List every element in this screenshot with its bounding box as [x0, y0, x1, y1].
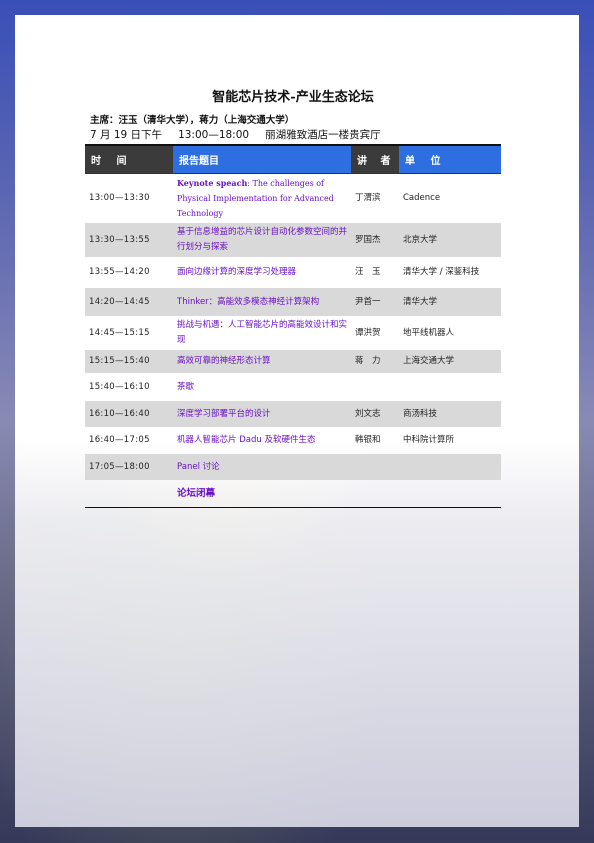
- table-row: 14:20—14:45 Thinker：高能效多模态神经计算架构 尹首一 清华大…: [85, 288, 501, 316]
- header-unit: 单 位: [399, 145, 501, 174]
- table-row: 16:40—17:05 机器人智能芯片 Dadu 及软硬件生态 韩银和 中科院计…: [85, 427, 501, 454]
- row-unit: 商汤科技: [399, 401, 501, 427]
- row-time: 13:55—14:20: [89, 267, 150, 277]
- row-time: [85, 480, 173, 507]
- table-row: 13:30—13:55 基于信息增益的芯片设计自动化参数空间的并行划分与探索 罗…: [85, 223, 501, 257]
- row-time: 13:30—13:55: [85, 223, 173, 257]
- row-topic: 基于信息增益的芯片设计自动化参数空间的并行划分与探索: [173, 223, 351, 257]
- row-topic-bold: Keynote speach: [177, 178, 248, 188]
- row-speaker: [351, 454, 399, 480]
- agenda-header-row: 时 间 报告题目 讲 者 单 位: [85, 145, 501, 174]
- row-speaker: 罗国杰: [351, 223, 399, 257]
- row-unit: [399, 373, 501, 401]
- row-unit: Cadence: [403, 193, 441, 203]
- row-time: 13:00—13:30: [89, 193, 150, 203]
- row-unit: 上海交通大学: [399, 350, 501, 373]
- table-row: 13:00—13:30 Keynote speach: The challeng…: [85, 174, 501, 224]
- row-topic: Thinker：高能效多模态神经计算架构: [173, 288, 351, 316]
- table-row: 16:10—16:40 深度学习部署平台的设计 刘文志 商汤科技: [85, 401, 501, 427]
- table-row: 论坛闭幕: [85, 480, 501, 507]
- row-speaker: 汪 玉: [355, 267, 381, 277]
- agenda-table: 时 间 报告题目 讲 者 单 位 13:00—13:30 Keynote spe…: [85, 144, 501, 508]
- table-row: 17:05—18:00 Panel 讨论: [85, 454, 501, 480]
- row-speaker: 丁渭滨: [355, 193, 381, 203]
- chair-line: 主席：汪玉（清华大学），蒋力（上海交通大学）: [90, 115, 295, 126]
- row-unit: 清华大学: [399, 288, 501, 316]
- header-speaker: 讲 者: [351, 145, 399, 174]
- row-speaker: 蒋 力: [351, 350, 399, 373]
- row-time: 16:40—17:05: [89, 435, 150, 445]
- row-time: 16:10—16:40: [85, 401, 173, 427]
- row-speaker: 刘文志: [351, 401, 399, 427]
- row-speaker: 谭洪贺: [355, 327, 381, 338]
- row-topic: Keynote speach: The challenges of Physic…: [173, 174, 351, 224]
- row-time: 17:05—18:00: [85, 454, 173, 480]
- row-time: 14:20—14:45: [85, 288, 173, 316]
- header-time: 时 间: [85, 145, 173, 174]
- row-unit: 北京大学: [399, 223, 501, 257]
- row-speaker: [351, 373, 399, 401]
- page-title: 智能芯片技术-产业生态论坛: [212, 90, 374, 105]
- row-topic: 挑战与机遇：人工智能芯片的高能效设计和实现: [177, 320, 348, 345]
- row-unit: [399, 480, 501, 507]
- table-row: 15:15—15:40 高效可靠的神经形态计算 蒋 力 上海交通大学: [85, 350, 501, 373]
- row-speaker: 韩银和: [355, 435, 381, 445]
- row-unit: 地平线机器人: [403, 327, 455, 338]
- session-time: 13:00—18:00: [178, 129, 250, 141]
- row-speaker: 尹首一: [351, 288, 399, 316]
- header-topic: 报告题目: [173, 145, 351, 174]
- row-topic: 论坛闭幕: [177, 487, 216, 499]
- row-topic: 机器人智能芯片 Dadu 及软硬件生态: [177, 435, 316, 445]
- session-info: 7 月 19 日下午 13:00—18:00 丽湖雅致酒店一楼贵宾厅: [90, 127, 397, 142]
- row-time: 14:45—15:15: [89, 327, 150, 338]
- session-date: 7 月 19 日下午: [90, 129, 163, 141]
- session-venue: 丽湖雅致酒店一楼贵宾厅: [265, 129, 381, 141]
- row-topic: 面向边缘计算的深度学习处理器: [177, 267, 297, 277]
- table-row: 15:40—16:10 茶歇: [85, 373, 501, 401]
- row-time: 15:15—15:40: [85, 350, 173, 373]
- row-topic: 深度学习部署平台的设计: [173, 401, 351, 427]
- row-unit: [399, 454, 501, 480]
- row-time: 15:40—16:10: [89, 381, 150, 392]
- row-topic: Panel 讨论: [173, 454, 351, 480]
- row-topic: 高效可靠的神经形态计算: [173, 350, 351, 373]
- row-unit: 清华大学 / 深鉴科技: [403, 267, 480, 277]
- row-speaker: [351, 480, 399, 507]
- table-row: 14:45—15:15 挑战与机遇：人工智能芯片的高能效设计和实现 谭洪贺 地平…: [85, 316, 501, 350]
- table-row: 13:55—14:20 面向边缘计算的深度学习处理器 汪 玉 清华大学 / 深鉴…: [85, 257, 501, 288]
- row-topic: 茶歇: [177, 381, 195, 392]
- row-unit: 中科院计算所: [403, 435, 455, 445]
